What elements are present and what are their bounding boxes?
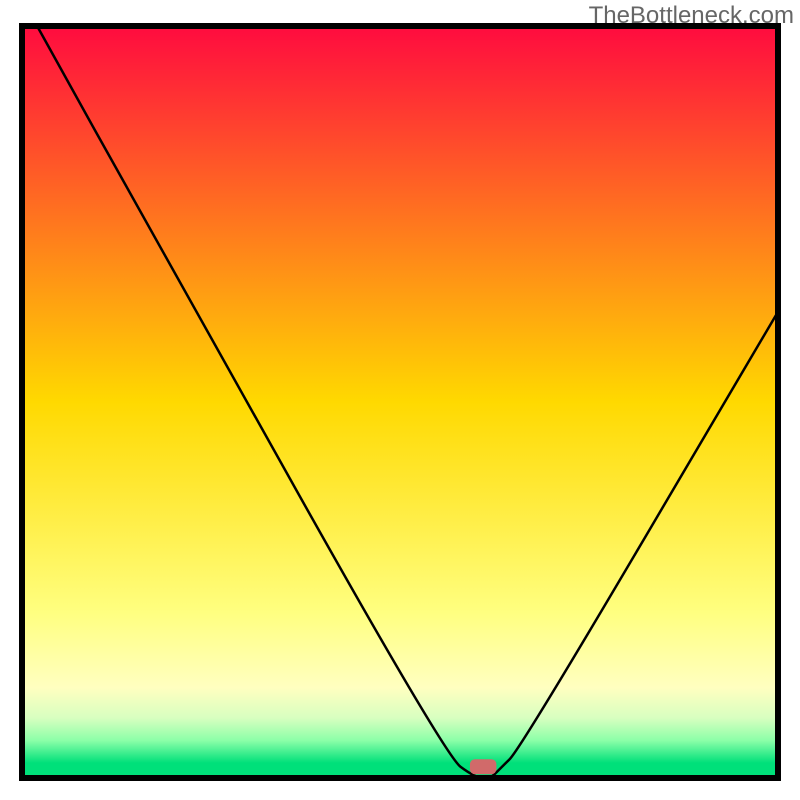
minimum-marker	[470, 759, 496, 774]
bottleneck-chart	[0, 0, 800, 800]
chart-background	[22, 26, 778, 778]
chart-plot-area	[22, 26, 778, 778]
watermark-text: TheBottleneck.com	[589, 2, 794, 30]
